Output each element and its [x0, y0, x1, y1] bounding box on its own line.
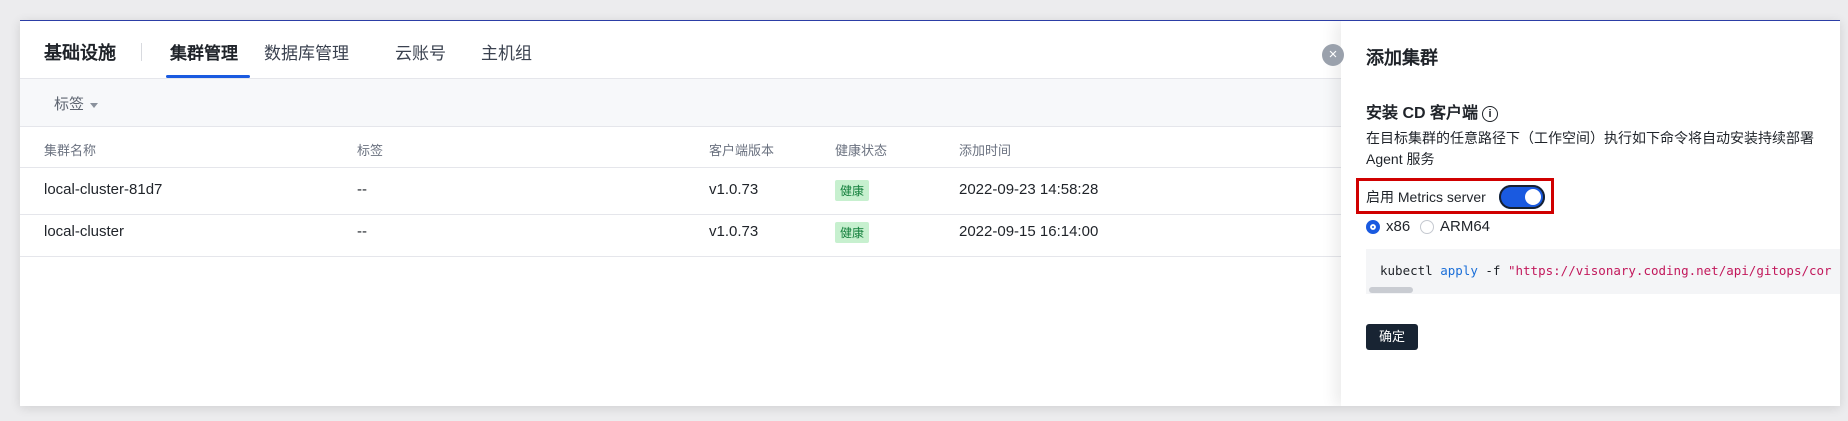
added-time: 2022-09-15 16:14:00 [959, 223, 1099, 240]
cmd-apply: apply [1440, 263, 1478, 278]
client-version: v1.0.73 [709, 181, 759, 198]
close-icon: × [1328, 46, 1338, 63]
cluster-name: local-cluster-81d7 [44, 181, 163, 198]
close-drawer-button[interactable]: × [1322, 44, 1344, 66]
cluster-tags: -- [357, 181, 367, 198]
app-window: 基础设施 集群管理 数据库管理 云账号 主机组 标签 集群名称 标签 客户端版本… [20, 20, 1840, 406]
tab-cluster-management[interactable]: 集群管理 [170, 39, 238, 64]
col-client-version: 客户端版本 [709, 143, 775, 158]
col-tags: 标签 [357, 143, 384, 158]
install-description: 在目标集群的任意路径下（工作空间）执行如下命令将自动安装持续部署 Agent 服… [1366, 130, 1814, 167]
tag-filter-dropdown[interactable]: 标签 [54, 93, 99, 114]
cmd-flag: -f [1485, 263, 1501, 278]
status-badge: 健康 [835, 180, 870, 201]
radio-x86[interactable]: x86 [1366, 218, 1410, 235]
client-version: v1.0.73 [709, 223, 759, 240]
cluster-tags: -- [357, 223, 367, 240]
added-time: 2022-09-23 14:58:28 [959, 181, 1099, 198]
cmd-kubectl: kubectl [1380, 263, 1433, 278]
metrics-server-toggle[interactable] [1499, 185, 1545, 209]
cmd-url: "https://visonary.coding.net/api/gitops/… [1507, 263, 1832, 278]
info-icon[interactable]: i [1482, 105, 1499, 122]
status-badge: 健康 [835, 222, 870, 243]
tag-filter-label: 标签 [54, 96, 85, 113]
nav-divider [141, 43, 142, 61]
caret-down-icon [90, 102, 99, 108]
scrollbar-thumb[interactable] [1369, 287, 1413, 293]
metrics-server-label: 启用 Metrics server [1366, 189, 1486, 205]
toggle-knob [1525, 189, 1541, 205]
col-added-time: 添加时间 [959, 143, 1012, 158]
code-scrollbar[interactable] [1366, 285, 1840, 294]
section-title: 安装 CD 客户端 i [1366, 99, 1499, 123]
install-command: kubectl apply -f "https://visonary.codin… [1380, 263, 1832, 278]
section-title-text: 安装 CD 客户端 [1366, 105, 1479, 122]
radio-checked-icon [1366, 220, 1380, 235]
cluster-name: local-cluster [44, 223, 125, 240]
col-health-status: 健康状态 [835, 143, 888, 158]
confirm-button[interactable]: 确定 [1366, 324, 1418, 350]
radio-arm64-label: ARM64 [1440, 218, 1491, 235]
tab-database-management[interactable]: 数据库管理 [264, 39, 349, 64]
col-cluster-name: 集群名称 [44, 143, 97, 158]
radio-x86-label: x86 [1386, 218, 1411, 235]
radio-arm64[interactable]: ARM64 [1420, 218, 1490, 235]
tab-host-groups[interactable]: 主机组 [481, 39, 532, 64]
active-tab-indicator [166, 75, 250, 78]
radio-unchecked-icon [1420, 220, 1434, 235]
tab-cloud-accounts[interactable]: 云账号 [395, 39, 446, 64]
nav-title: 基础设施 [44, 43, 116, 63]
add-cluster-drawer: 添加集群 安装 CD 客户端 i 在目标集群的任意路径下（工作空间）执行如下命令将… [1341, 21, 1840, 406]
drawer-title: 添加集群 [1366, 48, 1438, 68]
